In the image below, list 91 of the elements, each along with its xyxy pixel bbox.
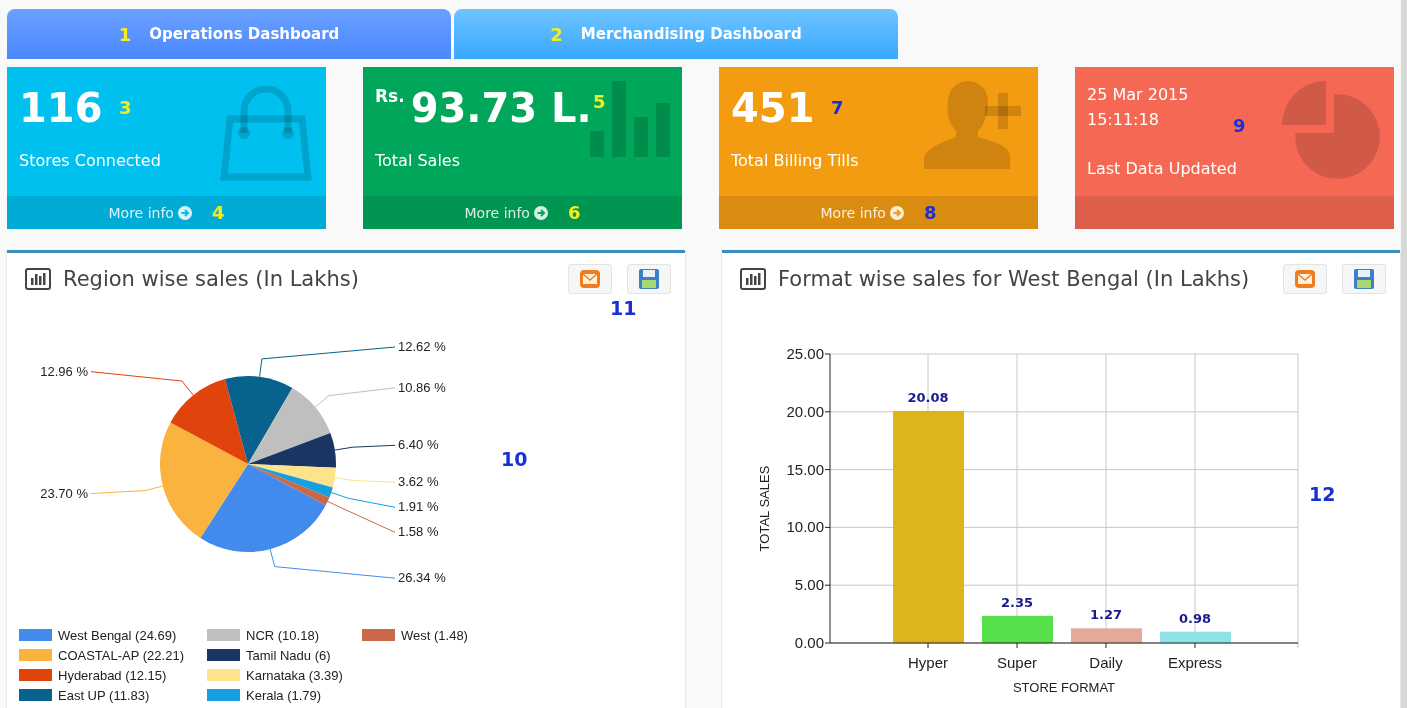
y-tick-label: 25.00 (786, 345, 824, 362)
annotation-number: 1 (118, 23, 132, 45)
annotation-number: 9 (1233, 115, 1246, 136)
email-button[interactable] (568, 264, 612, 294)
percent-label: 3.62 % (398, 474, 439, 490)
x-tick-label: Super (997, 654, 1037, 671)
leader-line (334, 477, 396, 483)
date-time-text: 15:11:18 (1087, 110, 1159, 129)
legend-label: Kerala (1.79) (246, 687, 322, 703)
annotation-number: 10 (501, 448, 528, 470)
y-tick-label: 10.00 (786, 518, 824, 536)
annotation-number: 12 (1309, 483, 1336, 505)
legend-swatch (362, 629, 395, 641)
more-info-link[interactable]: More info (108, 204, 192, 221)
bar-value-label: 1.27 (1089, 607, 1123, 623)
bar-chart-icon (740, 268, 766, 290)
bar (982, 615, 1053, 643)
envelope-icon (580, 270, 600, 288)
annotation-number: 11 (610, 297, 637, 319)
legend-label: Karnataka (3.39) (246, 667, 343, 683)
more-info-link[interactable]: More info (464, 204, 548, 221)
pie-chart-icon (1282, 81, 1382, 181)
envelope-icon (1295, 270, 1315, 288)
legend-swatch (207, 689, 240, 701)
legend-swatch (207, 669, 240, 681)
percent-label: 1.58 % (398, 524, 439, 540)
stat-label: Total Billing Tills (731, 151, 860, 170)
annotation-number: 2 (550, 23, 563, 45)
annotation-number: 4 (211, 202, 225, 223)
legend-label: East UP (11.83) (58, 687, 150, 703)
tab-label: Operations Dashboard (149, 25, 340, 43)
legend-label: West (1.48) (401, 627, 468, 643)
stat-label: Last Data Updated (1087, 159, 1238, 178)
stat-value: 116 (19, 84, 103, 133)
bar (1160, 631, 1231, 643)
arrow-circle-icon (533, 205, 548, 220)
dashboard-tab[interactable]: 2 Merchandising Dashboard (454, 9, 898, 59)
legend-label: Hyderabad (12.15) (58, 667, 167, 683)
y-axis-title: TOTAL SALES (757, 465, 772, 552)
annotation-number: 8 (923, 202, 937, 223)
legend-swatch (207, 629, 240, 641)
bar-chart-icon (590, 81, 670, 157)
percent-label: 23.70 % (40, 485, 88, 501)
bar-value-label: 20.08 (907, 389, 949, 405)
email-button[interactable] (1283, 264, 1327, 294)
legend-swatch (19, 649, 52, 661)
tab-label: Merchandising Dashboard (580, 25, 802, 43)
stat-label: Stores Connected (19, 151, 162, 170)
panel-title: Region wise sales (In Lakhs) (63, 267, 360, 291)
leader-line (334, 444, 396, 451)
x-tick-label: Hyper (908, 654, 948, 671)
legend-label: Tamil Nadu (6) (246, 647, 331, 663)
more-info-link[interactable]: More info (820, 204, 904, 221)
y-tick-label: 20.00 (786, 402, 824, 420)
percent-label: 12.96 % (40, 363, 88, 379)
bar-value-label: 2.35 (1000, 594, 1034, 610)
bar-value-label: 0.98 (1178, 610, 1212, 626)
y-tick-label: 15.00 (786, 460, 824, 478)
percent-label: 1.91 % (398, 499, 439, 515)
bar-chart-icon (25, 268, 51, 290)
stat-value: 93.73 L. (410, 84, 592, 133)
x-axis-title: STORE FORMAT (1012, 680, 1116, 695)
legend-swatch (19, 669, 52, 681)
dashboard-tab[interactable]: 1 Operations Dashboard (7, 9, 451, 59)
stat-value: 451 (731, 84, 815, 133)
legend-label: COASTAL-AP (22.21) (58, 647, 184, 663)
annotation-number: 6 (567, 202, 581, 223)
date-time-text: 25 Mar 2015 (1087, 85, 1189, 104)
x-tick-label: Daily (1089, 654, 1123, 671)
annotation-number: 7 (831, 97, 844, 118)
percent-label: 6.40 % (398, 437, 439, 453)
save-button[interactable] (1342, 264, 1386, 294)
panel-title: Format wise sales for West Bengal (In Lakhs) (778, 267, 1251, 291)
percent-label: 26.34 % (398, 570, 446, 586)
legend-swatch (207, 649, 240, 661)
y-tick-label: 5.00 (794, 576, 824, 594)
legend-label: NCR (10.18) (246, 627, 319, 643)
percent-label: 10.86 % (398, 379, 446, 395)
y-tick-label: 0.00 (794, 634, 824, 651)
percent-label: 12.62 % (398, 339, 446, 354)
x-tick-label: Express (1167, 654, 1223, 671)
arrow-circle-icon (177, 205, 192, 220)
legend-label: West Bengal (24.69) (58, 627, 177, 643)
save-button[interactable] (627, 264, 671, 294)
annotation-number: 5 (593, 91, 606, 112)
arrow-circle-icon (889, 205, 904, 220)
stat-label: Total Sales (375, 151, 462, 170)
legend-swatch (19, 689, 52, 701)
currency-prefix: Rs. (375, 85, 405, 108)
legend-swatch (19, 629, 52, 641)
annotation-number: 3 (119, 97, 132, 118)
